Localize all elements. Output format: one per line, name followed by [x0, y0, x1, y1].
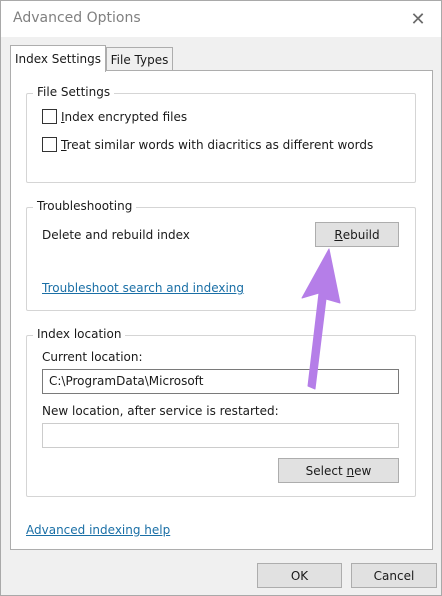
cancel-button[interactable]: Cancel [351, 563, 437, 588]
tab-index-settings[interactable]: Index Settings [10, 45, 106, 72]
ok-button[interactable]: OK [257, 563, 342, 588]
new-location-field[interactable] [42, 423, 399, 448]
file-settings-title: File Settings [33, 85, 115, 99]
checkbox-label: Index encrypted files [61, 109, 188, 124]
window-title: Advanced Options [13, 10, 141, 26]
treat-diacritics-checkbox[interactable]: Treat similar words with diacritics as d… [42, 137, 373, 152]
tab-panel-index-settings: File Settings Index encrypted files Trea… [10, 70, 433, 550]
troubleshooting-group: Troubleshooting Delete and rebuild index… [26, 199, 416, 311]
tab-strip: Index Settings File Types [10, 45, 430, 72]
troubleshoot-link[interactable]: Troubleshoot search and indexing [42, 281, 244, 295]
current-location-field[interactable]: C:\ProgramData\Microsoft [42, 369, 399, 394]
new-location-label: New location, after service is restarted… [42, 404, 279, 418]
checkbox-box[interactable] [42, 137, 57, 152]
checkbox-label: Treat similar words with diacritics as d… [61, 137, 374, 152]
close-icon[interactable]: ✕ [395, 1, 441, 37]
index-encrypted-checkbox[interactable]: Index encrypted files [42, 109, 187, 124]
current-location-label: Current location: [42, 350, 143, 364]
title-bar: Advanced Options ✕ [1, 1, 441, 37]
checkbox-box[interactable] [42, 109, 57, 124]
troubleshooting-title: Troubleshooting [33, 199, 137, 213]
rebuild-description: Delete and rebuild index [42, 228, 190, 242]
advanced-options-dialog: Advanced Options ✕ Index Settings File T… [0, 0, 442, 596]
index-location-group: Index location Current location: C:\Prog… [26, 327, 416, 497]
advanced-indexing-help-link[interactable]: Advanced indexing help [26, 523, 170, 537]
tab-file-types[interactable]: File Types [106, 47, 173, 71]
rebuild-button[interactable]: Rebuild [315, 222, 399, 247]
file-settings-group: File Settings Index encrypted files Trea… [26, 85, 416, 183]
select-new-button[interactable]: Select n ew [278, 458, 399, 483]
index-location-title: Index location [33, 327, 126, 341]
